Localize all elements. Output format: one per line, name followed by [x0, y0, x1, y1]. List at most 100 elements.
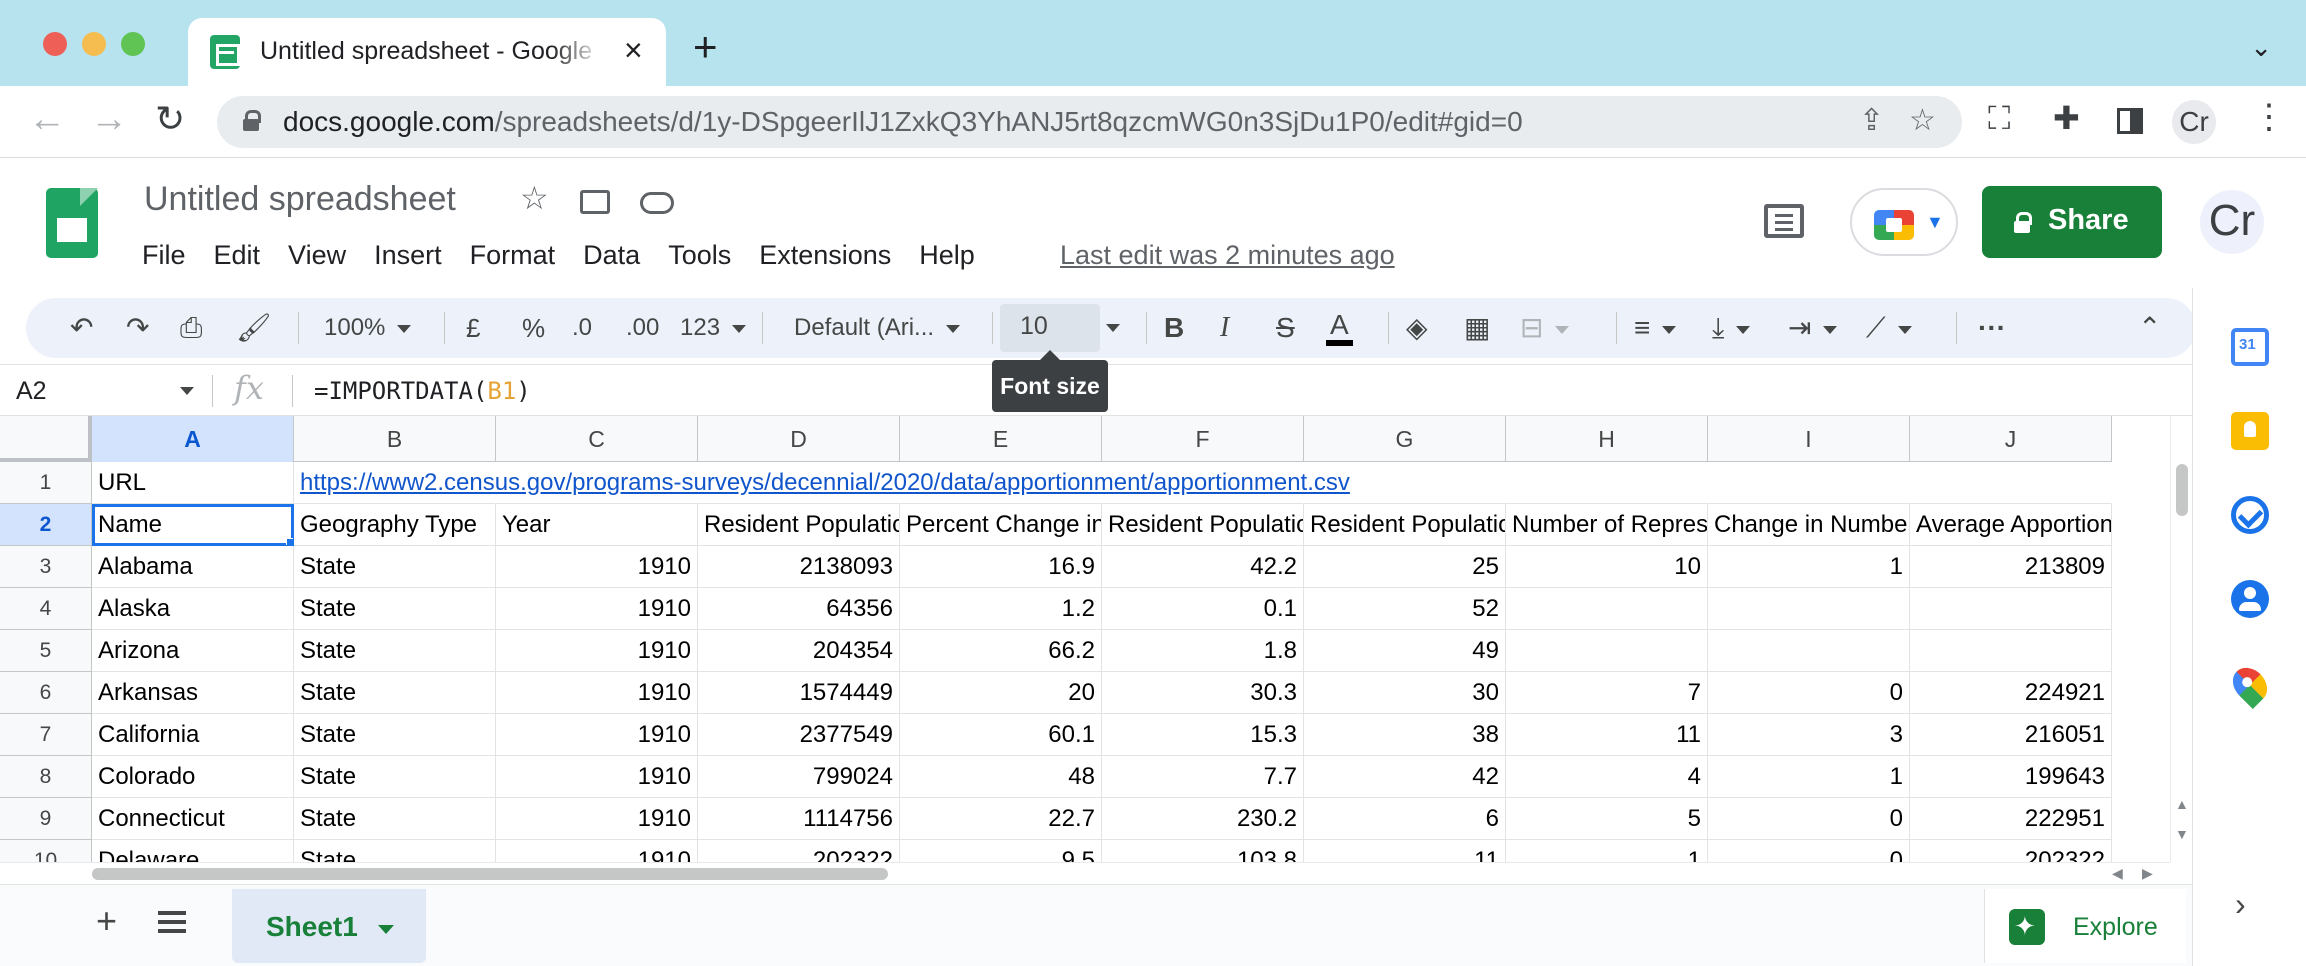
grid-cell-g8[interactable]: 42 — [1304, 756, 1506, 798]
row-header[interactable]: 1 — [0, 462, 92, 504]
browser-tab[interactable]: Untitled spreadsheet - Google Sheets × — [188, 18, 666, 86]
menu-tools[interactable]: Tools — [668, 240, 731, 271]
back-arrow-icon[interactable]: ← — [28, 100, 66, 138]
calendar-icon[interactable] — [2231, 328, 2269, 366]
row-header[interactable]: 10 — [0, 840, 92, 862]
column-header-a[interactable]: A — [92, 416, 294, 462]
grid-cell-i9[interactable]: 0 — [1708, 798, 1910, 840]
font-size-input[interactable]: 10 — [1000, 304, 1100, 352]
horizontal-scrollbar[interactable]: ◀ ▶ — [0, 862, 2170, 884]
scroll-down-icon[interactable]: ▼ — [2175, 826, 2189, 842]
grid-cell-g7[interactable]: 38 — [1304, 714, 1506, 756]
text-color-button[interactable]: A — [1326, 310, 1353, 346]
window-zoom-button[interactable] — [121, 32, 145, 56]
grid-cell-j9[interactable]: 222951 — [1910, 798, 2112, 840]
grid-cell-d7[interactable]: 2377549 — [698, 714, 900, 756]
grid-cell-h2[interactable]: Number of Representatives — [1506, 504, 1708, 546]
column-header-d[interactable]: D — [698, 416, 900, 462]
grid-cell-g10[interactable]: 11 — [1304, 840, 1506, 862]
comment-history-icon[interactable] — [1764, 204, 1804, 238]
forward-arrow-icon[interactable]: → — [90, 100, 128, 138]
grid-cell-f10[interactable]: 103.8 — [1102, 840, 1304, 862]
all-sheets-icon[interactable] — [158, 911, 186, 935]
grid-cell-c7[interactable]: 1910 — [496, 714, 698, 756]
grid-cell-i8[interactable]: 1 — [1708, 756, 1910, 798]
grid-cell-e3[interactable]: 16.9 — [900, 546, 1102, 588]
grid-cell-a10[interactable]: Delaware — [92, 840, 294, 862]
grid-cell-f9[interactable]: 230.2 — [1102, 798, 1304, 840]
grid-cell-d5[interactable]: 204354 — [698, 630, 900, 672]
star-icon[interactable]: ☆ — [520, 182, 549, 214]
grid-cell-e6[interactable]: 20 — [900, 672, 1102, 714]
contacts-icon[interactable] — [2231, 580, 2269, 618]
grid-cell-h9[interactable]: 5 — [1506, 798, 1708, 840]
grid-cell-e2[interactable]: Percent Change in Resident Population — [900, 504, 1102, 546]
grid-cell-i1[interactable] — [1708, 462, 1910, 504]
grid-cell-b5[interactable]: State — [294, 630, 496, 672]
grid-cell-h1[interactable] — [1506, 462, 1708, 504]
grid-cell-j3[interactable]: 213809 — [1910, 546, 2112, 588]
paint-format-icon[interactable]: 🖌 — [236, 310, 272, 346]
horizontal-scroll-thumb[interactable] — [92, 868, 888, 880]
grid-cell-h4[interactable] — [1506, 588, 1708, 630]
grid-cell-j5[interactable] — [1910, 630, 2112, 672]
grid-cell-f4[interactable]: 0.1 — [1102, 588, 1304, 630]
column-header-f[interactable]: F — [1102, 416, 1304, 462]
menu-edit[interactable]: Edit — [214, 240, 261, 271]
cloud-status-icon[interactable] — [640, 192, 674, 214]
menu-format[interactable]: Format — [470, 240, 556, 271]
more-options-icon[interactable]: ··· — [1978, 310, 2006, 346]
grid-cell-a4[interactable]: Alaska — [92, 588, 294, 630]
grid-cell-b9[interactable]: State — [294, 798, 496, 840]
vertical-align-icon[interactable]: ⤓ — [1712, 310, 1751, 346]
grid-cell-b1[interactable]: https://www2.census.gov/programs-surveys… — [294, 462, 1350, 504]
collapse-menus-icon[interactable]: ⌃ — [2138, 310, 2161, 346]
profile-avatar[interactable]: Cr — [2172, 100, 2216, 144]
grid-cell-b4[interactable]: State — [294, 588, 496, 630]
decrease-decimal-button[interactable]: .0 — [572, 310, 592, 346]
menu-view[interactable]: View — [288, 240, 346, 271]
column-header-e[interactable]: E — [900, 416, 1102, 462]
zoom-select[interactable]: 100% — [324, 310, 412, 346]
grid-cell-h3[interactable]: 10 — [1506, 546, 1708, 588]
fill-color-icon[interactable]: ◈ — [1406, 310, 1428, 346]
redo-icon[interactable]: ↷ — [126, 310, 149, 346]
row-header[interactable]: 5 — [0, 630, 92, 672]
column-header-i[interactable]: I — [1708, 416, 1910, 462]
grid-cell-i3[interactable]: 1 — [1708, 546, 1910, 588]
grid-cell-c2[interactable]: Year — [496, 504, 698, 546]
grid-cell-f8[interactable]: 7.7 — [1102, 756, 1304, 798]
last-edit-link[interactable]: Last edit was 2 minutes ago — [1060, 240, 1395, 271]
grid-cell-j6[interactable]: 224921 — [1910, 672, 2112, 714]
merge-cells-icon[interactable]: ⊟ — [1520, 310, 1570, 346]
row-header[interactable]: 4 — [0, 588, 92, 630]
chevron-down-icon[interactable]: ⌄ — [2250, 32, 2272, 63]
grid-cell-e7[interactable]: 60.1 — [900, 714, 1102, 756]
grid-cell-i7[interactable]: 3 — [1708, 714, 1910, 756]
grid-cell-g6[interactable]: 30 — [1304, 672, 1506, 714]
chevron-right-icon[interactable]: › — [2235, 888, 2246, 920]
add-sheet-icon[interactable]: + — [96, 903, 117, 939]
font-size-dropdown[interactable] — [1100, 304, 1130, 352]
grid-cell-c5[interactable]: 1910 — [496, 630, 698, 672]
column-header-g[interactable]: G — [1304, 416, 1506, 462]
menu-insert[interactable]: Insert — [374, 240, 442, 271]
row-header[interactable]: 9 — [0, 798, 92, 840]
grid-cell-j1[interactable] — [1910, 462, 2112, 504]
grid-cell-b3[interactable]: State — [294, 546, 496, 588]
grid-cell-g3[interactable]: 25 — [1304, 546, 1506, 588]
maps-icon[interactable] — [2225, 660, 2275, 710]
grid-cell-f5[interactable]: 1.8 — [1102, 630, 1304, 672]
row-header[interactable]: 6 — [0, 672, 92, 714]
print-icon[interactable]: ⎙ — [180, 310, 202, 346]
font-family-select[interactable]: Default (Ari... — [794, 310, 961, 346]
more-formats-select[interactable]: 123 — [680, 310, 747, 346]
url-input[interactable]: docs.google.com/spreadsheets/d/1y-DSpgee… — [217, 96, 1962, 148]
doc-title[interactable]: Untitled spreadsheet — [144, 180, 456, 219]
grid-cell-h6[interactable]: 7 — [1506, 672, 1708, 714]
grid-cell-b10[interactable]: State — [294, 840, 496, 862]
grid-cell-b6[interactable]: State — [294, 672, 496, 714]
row-header[interactable]: 7 — [0, 714, 92, 756]
grid-cell-d6[interactable]: 1574449 — [698, 672, 900, 714]
grid-cell-a7[interactable]: California — [92, 714, 294, 756]
